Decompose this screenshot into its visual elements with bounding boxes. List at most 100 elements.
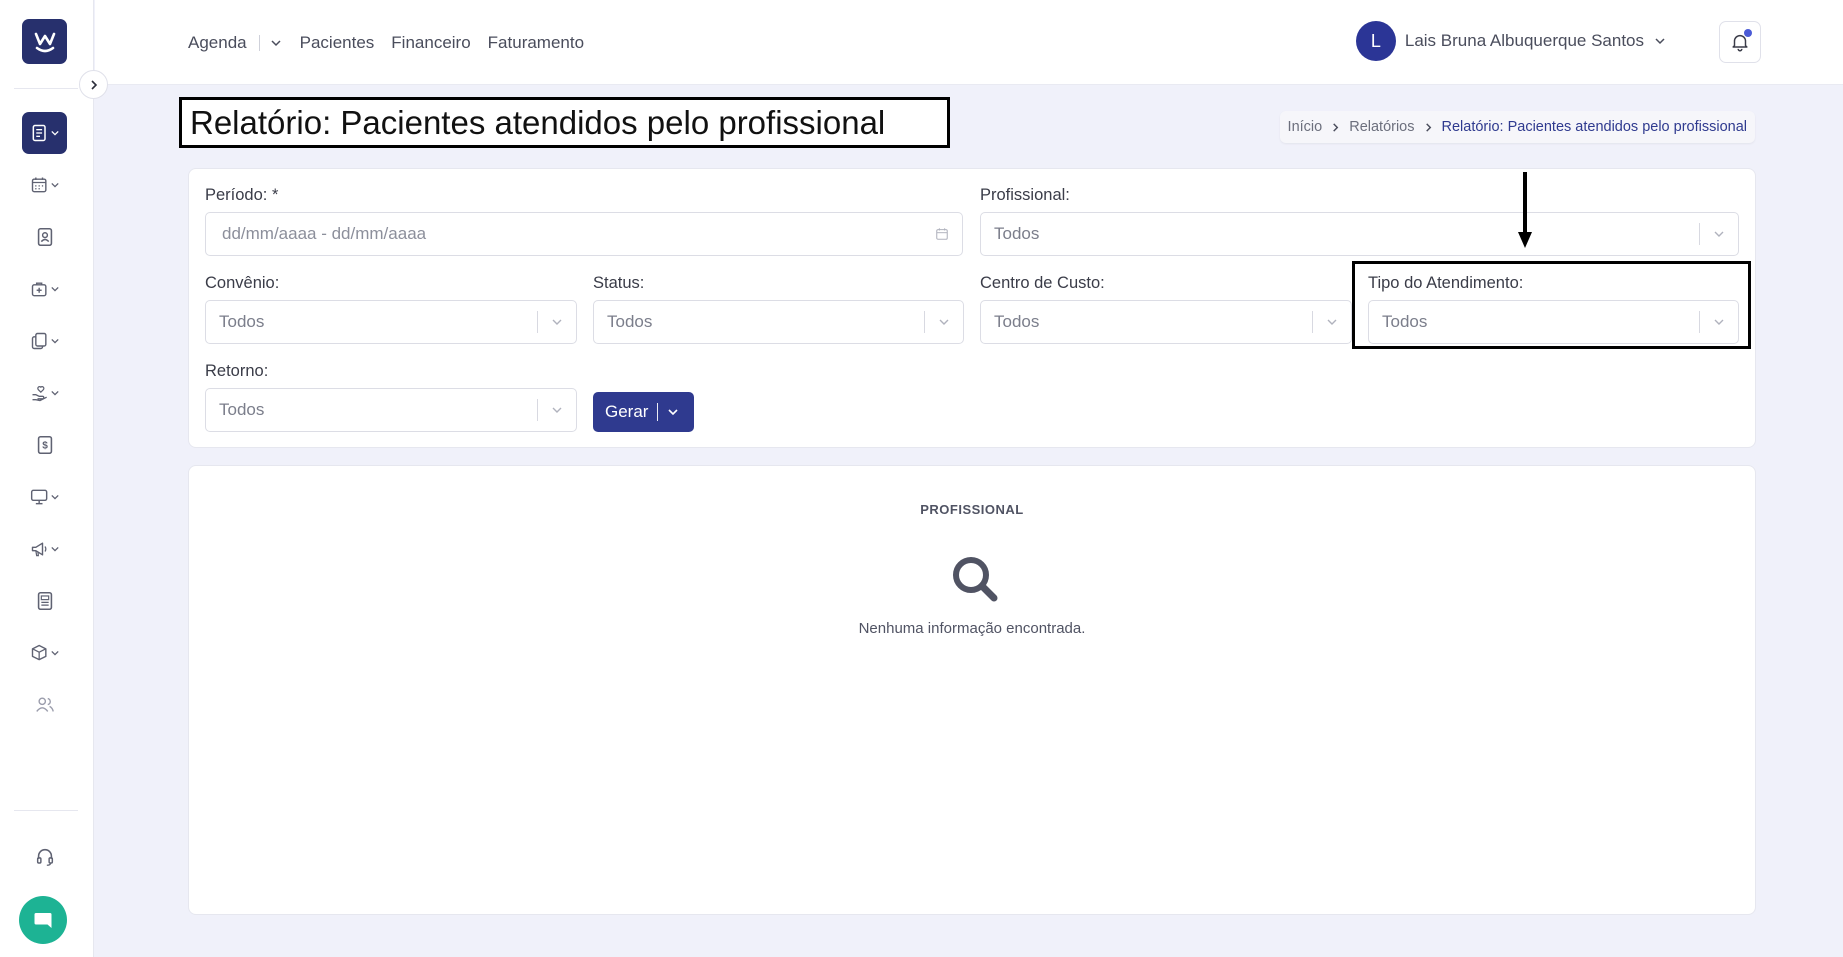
breadcrumb: Início Relatórios Relatório: Pacientes a… xyxy=(1279,111,1755,143)
newspaper-icon xyxy=(37,591,52,611)
notification-dot xyxy=(1744,29,1752,37)
status-value: Todos xyxy=(607,312,653,331)
chevron-down-icon xyxy=(51,390,59,396)
sidebar-collapse-button[interactable] xyxy=(79,70,108,99)
gerar-button-label: Gerar xyxy=(605,402,649,421)
chevron-down-icon xyxy=(1313,316,1351,328)
centro-custo-label: Centro de Custo: xyxy=(980,274,1105,292)
logo-icon xyxy=(34,32,55,52)
nav-item-financeiro[interactable]: Financeiro xyxy=(391,33,470,53)
centro-custo-select[interactable]: Todos xyxy=(980,300,1352,344)
box-icon xyxy=(31,644,47,661)
chevron-down-icon xyxy=(925,316,963,328)
sidebar-item-marketing[interactable] xyxy=(22,528,67,570)
sidebar-divider xyxy=(14,810,78,811)
monitor-icon xyxy=(30,489,48,505)
chevron-down-icon xyxy=(271,39,281,46)
topbar: Agenda Pacientes Financeiro Faturamento … xyxy=(95,0,1843,85)
sidebar-divider xyxy=(14,88,78,89)
sidebar-item-stock[interactable] xyxy=(22,632,67,674)
periodo-label: Período: * xyxy=(205,186,279,204)
convenio-label: Convênio: xyxy=(205,274,280,292)
breadcrumb-item-inicio[interactable]: Início xyxy=(1288,119,1323,135)
chevron-down-icon xyxy=(1700,228,1738,240)
sidebar-item-reports[interactable] xyxy=(22,112,67,154)
results-column-title: PROFISSIONAL xyxy=(920,502,1024,517)
breadcrumb-separator xyxy=(1331,122,1340,132)
chevron-down-icon xyxy=(51,546,59,552)
profissional-value: Todos xyxy=(994,224,1040,243)
notifications-button[interactable] xyxy=(1719,21,1761,63)
chevron-down-icon xyxy=(51,338,59,344)
chevron-right-icon xyxy=(90,79,97,90)
status-label: Status: xyxy=(593,274,645,292)
main-nav: Agenda Pacientes Financeiro Faturamento xyxy=(188,0,601,85)
periodo-placeholder: dd/mm/aaaa - dd/mm/aaaa xyxy=(222,224,427,243)
calendar-icon xyxy=(31,177,47,193)
results-card: PROFISSIONAL Nenhuma informação encontra… xyxy=(188,465,1756,915)
report-icon xyxy=(32,124,46,142)
profissional-select[interactable]: Todos xyxy=(980,212,1739,256)
users-icon xyxy=(35,697,54,712)
chat-icon xyxy=(34,913,52,928)
status-select[interactable]: Todos xyxy=(593,300,964,344)
chevron-down-icon[interactable] xyxy=(667,406,679,418)
hand-heart-icon xyxy=(32,386,47,402)
page-title: Relatório: Pacientes atendidos pelo prof… xyxy=(190,103,886,141)
app-logo[interactable] xyxy=(22,19,67,64)
medical-bag-icon xyxy=(31,282,47,297)
agenda-dropdown-toggle[interactable] xyxy=(270,37,282,49)
profissional-label: Profissional: xyxy=(980,186,1070,204)
convenio-select[interactable]: Todos xyxy=(205,300,577,344)
user-menu[interactable]: L Lais Bruna Albuquerque Santos xyxy=(1355,21,1666,61)
empty-state-message: Nenhuma informação encontrada. xyxy=(858,620,1086,637)
annotation-arrow-down-icon xyxy=(1518,172,1532,248)
chat-button[interactable] xyxy=(19,896,67,944)
sidebar-item-patients[interactable] xyxy=(22,216,67,258)
page-title-box: Relatório: Pacientes atendidos pelo prof… xyxy=(179,97,950,148)
sidebar-item-users[interactable] xyxy=(22,684,67,726)
search-icon xyxy=(953,557,998,602)
sidebar-item-finance[interactable]: $ xyxy=(22,424,67,466)
chevron-down-icon xyxy=(51,650,59,656)
breadcrumb-separator xyxy=(1424,122,1433,132)
sidebar-item-news[interactable] xyxy=(22,580,67,622)
convenio-value: Todos xyxy=(219,312,265,331)
retorno-value: Todos xyxy=(219,400,265,419)
sidebar-item-clinical[interactable] xyxy=(22,268,67,310)
avatar: L xyxy=(1355,21,1396,61)
user-menu-caret xyxy=(1654,35,1666,47)
dollar-icon: $ xyxy=(37,435,52,455)
svg-text:$: $ xyxy=(42,441,48,452)
chevron-right-icon xyxy=(1425,122,1431,132)
sidebar-item-monitor[interactable] xyxy=(22,476,67,518)
nav-item-agenda[interactable]: Agenda xyxy=(188,33,247,53)
sidebar-item-support[interactable] xyxy=(22,836,67,878)
periodo-date-range-input[interactable]: dd/mm/aaaa - dd/mm/aaaa xyxy=(205,212,963,256)
tipo-atendimento-highlight xyxy=(1352,261,1751,349)
chevron-down-icon xyxy=(51,286,59,292)
breadcrumb-item-relatorios[interactable]: Relatórios xyxy=(1349,119,1414,135)
user-name: Lais Bruna Albuquerque Santos xyxy=(1404,31,1644,50)
chevron-down-icon xyxy=(538,316,576,328)
sidebar: $ xyxy=(0,0,94,957)
documents-icon xyxy=(31,332,47,350)
retorno-select[interactable]: Todos xyxy=(205,388,577,432)
nav-item-faturamento[interactable]: Faturamento xyxy=(488,33,584,53)
centro-custo-value: Todos xyxy=(994,312,1040,331)
breadcrumb-item-current: Relatório: Pacientes atendidos pelo prof… xyxy=(1441,119,1748,135)
sidebar-item-documents[interactable] xyxy=(22,320,67,362)
nav-separator xyxy=(258,34,260,51)
chevron-down-icon xyxy=(51,130,59,136)
gerar-button[interactable]: Gerar xyxy=(593,392,694,432)
calendar-icon xyxy=(922,227,962,241)
retorno-label: Retorno: xyxy=(205,362,269,380)
sidebar-item-care[interactable] xyxy=(22,372,67,414)
chevron-down-icon xyxy=(1655,38,1665,45)
sidebar-item-agenda[interactable] xyxy=(22,164,67,206)
headset-icon xyxy=(36,848,53,866)
nav-item-pacientes[interactable]: Pacientes xyxy=(300,33,375,53)
chevron-down-icon xyxy=(51,494,59,500)
chevron-down-icon xyxy=(538,404,576,416)
megaphone-icon xyxy=(31,542,47,557)
